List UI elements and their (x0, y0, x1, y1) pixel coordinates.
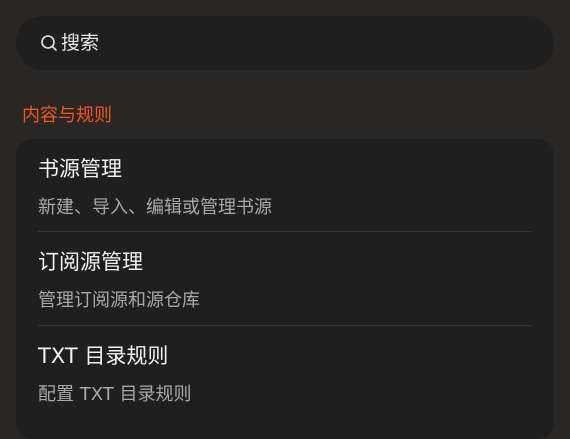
divider (38, 325, 532, 326)
item-description: 配置 TXT 目录规则 (38, 384, 192, 405)
item-title: TXT 目录规则 (38, 344, 169, 368)
item-description: 管理订阅源和源仓库 (38, 290, 200, 311)
search-placeholder: 搜索 (61, 31, 100, 54)
section-title: 内容与规则 (22, 105, 112, 126)
settings-card: 书源管理 新建、导入、编辑或管理书源 订阅源管理 管理订阅源和源仓库 TXT 目… (16, 139, 554, 439)
item-description: 新建、导入、编辑或管理书源 (38, 197, 272, 218)
search-bar[interactable]: 搜索 (16, 16, 554, 70)
list-item-rss-source[interactable]: 订阅源管理 管理订阅源和源仓库 (38, 248, 532, 313)
list-item-txt-toc-rules[interactable]: TXT 目录规则 配置 TXT 目录规则 (38, 342, 532, 407)
item-title: 订阅源管理 (38, 250, 143, 274)
search-icon (40, 34, 58, 52)
divider (38, 231, 532, 232)
list-item-book-source[interactable]: 书源管理 新建、导入、编辑或管理书源 (38, 155, 532, 220)
item-title: 书源管理 (38, 157, 122, 181)
